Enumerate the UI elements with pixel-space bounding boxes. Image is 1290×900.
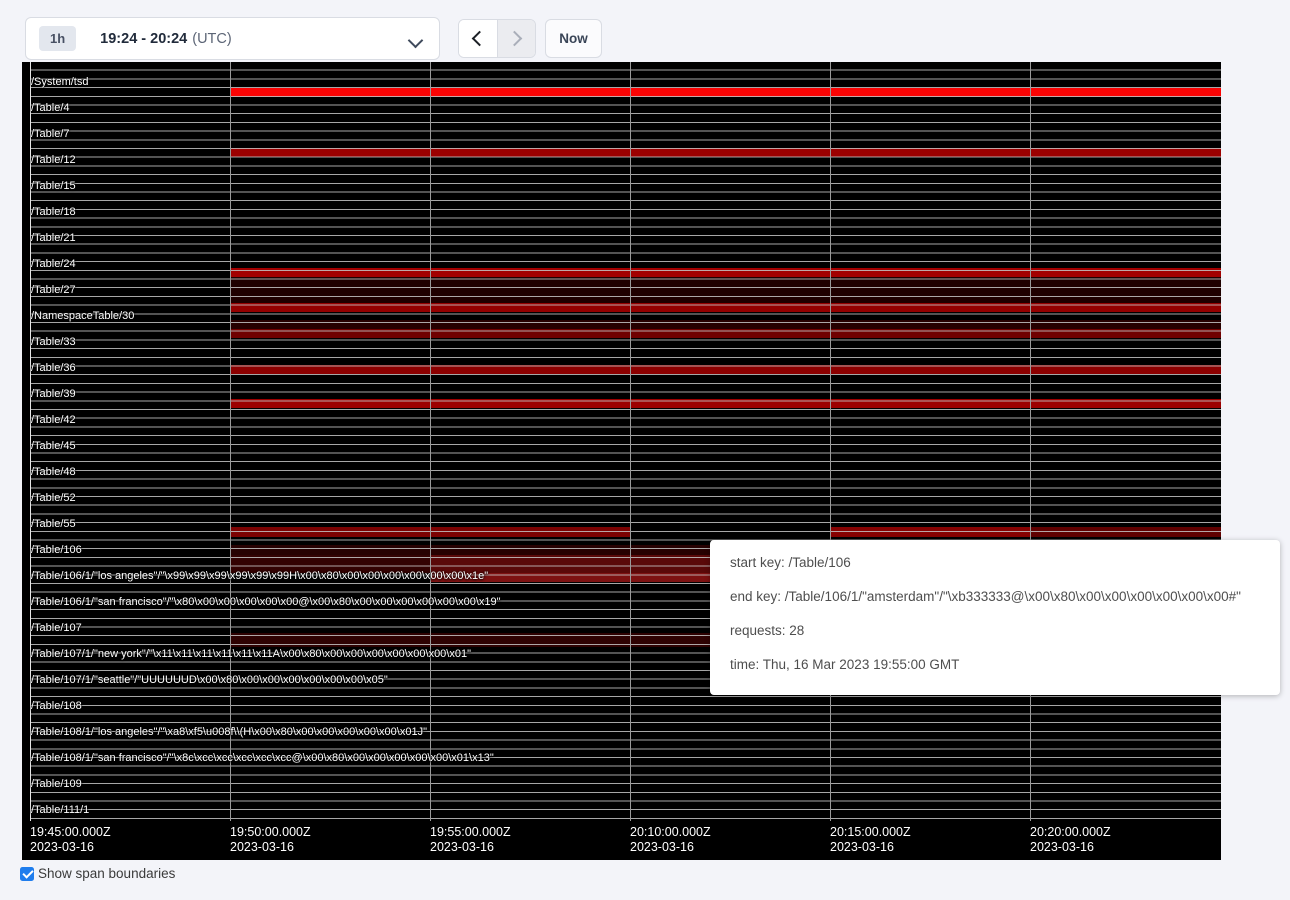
row-label: /NamespaceTable/30 — [31, 310, 134, 323]
heat-band[interactable] — [230, 88, 1221, 97]
chevron-down-icon — [408, 33, 424, 49]
heat-band[interactable] — [230, 399, 1221, 408]
time-gridline — [630, 62, 631, 821]
row-label: /Table/12 — [31, 154, 76, 167]
heat-band[interactable] — [830, 527, 1030, 537]
x-axis-tick: 19:50:00.000Z2023-03-16 — [230, 825, 311, 855]
tooltip-line: end key: /Table/106/1/"amsterdam"/"\xb33… — [730, 587, 1270, 606]
row-label: /Table/48 — [31, 466, 76, 479]
time-gridline — [230, 62, 231, 821]
row-label: /Table/111/1 — [31, 804, 89, 817]
heat-band[interactable] — [230, 633, 710, 647]
x-axis-tick: 20:10:00.000Z2023-03-16 — [630, 825, 711, 855]
range-text: 19:24 - 20:24 — [100, 31, 187, 47]
x-axis-tick: 19:45:00.000Z2023-03-16 — [30, 825, 111, 855]
row-label: /Table/24 — [31, 258, 76, 271]
show-span-boundaries-checkbox[interactable] — [20, 867, 34, 881]
range-duration-badge: 1h — [39, 26, 76, 51]
next-window-button-disabled[interactable] — [498, 20, 536, 57]
row-label: /Table/21 — [31, 232, 76, 245]
heat-band[interactable] — [230, 148, 1221, 157]
row-label: /Table/15 — [31, 180, 76, 193]
row-label: /Table/4 — [31, 102, 70, 115]
tooltip-line: start key: /Table/106 — [730, 553, 1270, 572]
heat-band[interactable] — [230, 268, 1221, 277]
prev-window-button[interactable] — [459, 20, 498, 57]
row-label: /Table/39 — [31, 388, 76, 401]
row-label: /Table/108/1/"san francisco"/"\x8c\xcc\x… — [31, 752, 494, 765]
span-boundary-lines — [30, 62, 1221, 821]
row-label: /Table/45 — [31, 440, 76, 453]
row-label: /Table/27 — [31, 284, 76, 297]
x-axis-tick: 20:15:00.000Z2023-03-16 — [830, 825, 911, 855]
row-label: /System/tsd — [31, 76, 88, 89]
row-label: /Table/109 — [31, 778, 82, 791]
row-label: /Table/107 — [31, 622, 82, 635]
time-range-select[interactable]: 1h 19:24 - 20:24 (UTC) — [25, 17, 440, 60]
footer: Show span boundaries — [20, 866, 175, 881]
row-label: /Table/36 — [31, 362, 76, 375]
range-timezone: (UTC) — [192, 31, 231, 47]
heat-band[interactable] — [230, 303, 1221, 312]
row-label: /Table/55 — [31, 518, 76, 531]
row-label: /Table/107/1/"seattle"/"UUUUUUD\x00\x80\… — [31, 674, 388, 687]
heat-band[interactable] — [230, 320, 1221, 329]
tooltip: start key: /Table/106 end key: /Table/106… — [710, 540, 1280, 695]
row-label: /Table/33 — [31, 336, 76, 349]
tooltip-line: time: Thu, 16 Mar 2023 19:55:00 GMT — [730, 655, 1270, 674]
row-label: /Table/106/1/"los angeles"/"\x99\x99\x99… — [31, 570, 488, 583]
row-label: /Table/42 — [31, 414, 76, 427]
tooltip-line: requests: 28 — [730, 621, 1270, 640]
chevron-right-icon — [507, 31, 523, 47]
heat-band[interactable] — [230, 329, 1221, 338]
time-gridline — [830, 62, 831, 821]
row-label: /Table/106/1/"san francisco"/"\x80\x00\x… — [31, 596, 501, 609]
x-axis-tick: 20:20:00.000Z2023-03-16 — [1030, 825, 1111, 855]
heatmap[interactable]: /System/tsd/Table/4/Table/7/Table/12/Tab… — [22, 62, 1221, 860]
row-label: /Table/107/1/"new york"/"\x11\x11\x11\x1… — [31, 648, 471, 661]
row-label: /Table/108/1/"los angeles"/"\xa8\xf5\u00… — [31, 726, 427, 739]
row-label: /Table/18 — [31, 206, 76, 219]
row-label: /Table/108 — [31, 700, 82, 713]
checkbox-label: Show span boundaries — [38, 866, 175, 881]
toolbar: 1h 19:24 - 20:24 (UTC) Now — [0, 0, 1290, 62]
heat-band[interactable] — [230, 365, 1221, 374]
row-label: /Table/7 — [31, 128, 70, 141]
row-label: /Table/106 — [31, 544, 82, 557]
now-button[interactable]: Now — [545, 19, 602, 58]
heat-band[interactable] — [230, 545, 710, 555]
chevron-left-icon — [471, 31, 487, 47]
checkmark-icon — [22, 867, 33, 878]
row-label: /Table/52 — [31, 492, 76, 505]
x-axis-tick: 19:55:00.000Z2023-03-16 — [430, 825, 511, 855]
time-gridline — [430, 62, 431, 821]
heat-band[interactable] — [230, 277, 1221, 303]
heat-band[interactable] — [1030, 527, 1221, 537]
time-nav-group — [458, 19, 536, 58]
time-gridline — [1030, 62, 1031, 821]
